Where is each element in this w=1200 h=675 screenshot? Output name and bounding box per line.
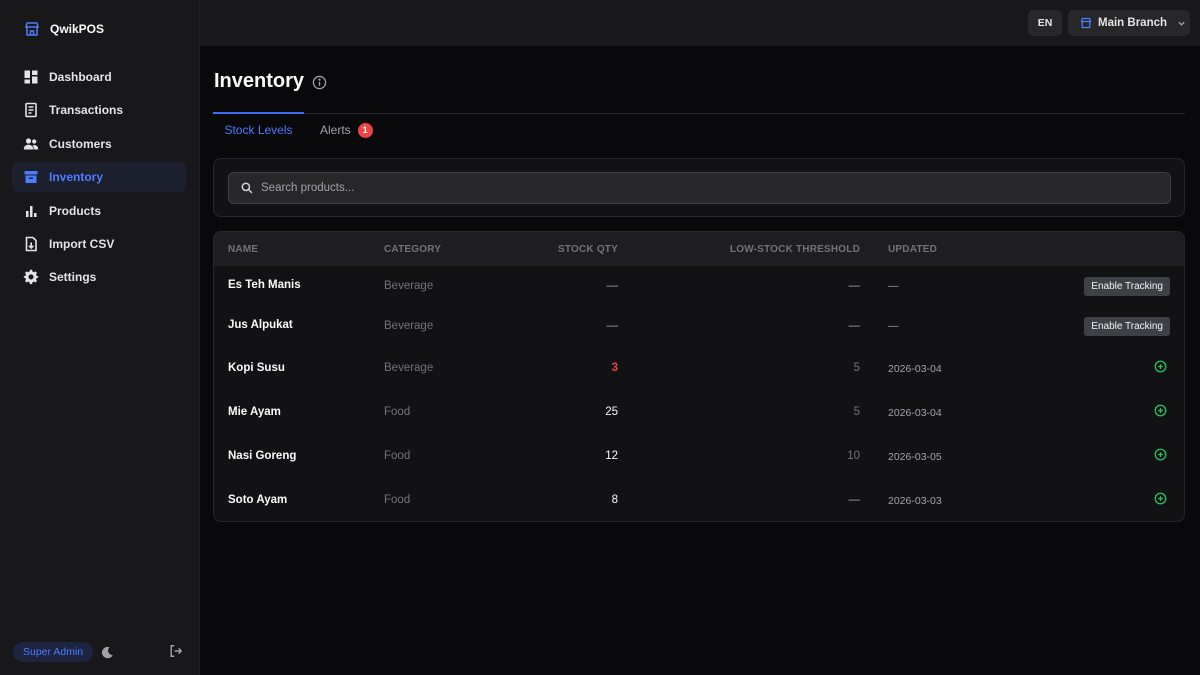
- tab-alerts[interactable]: Alerts 1: [320, 114, 373, 146]
- brand-name: QwikPOS: [50, 22, 105, 36]
- cell-stock-qty: 12: [605, 450, 618, 462]
- brand[interactable]: QwikPOS: [24, 20, 104, 38]
- inventory-table: NAME CATEGORY STOCK QTY LOW-STOCK THRESH…: [213, 231, 1185, 522]
- sidebar-item-label: Import CSV: [49, 236, 115, 251]
- cell-updated: 2026-03-03: [888, 495, 942, 507]
- sidebar-item-dashboard[interactable]: Dashboard: [12, 62, 186, 92]
- branch-name: Main Branch: [1098, 17, 1168, 29]
- cell-threshold: —: [848, 320, 861, 332]
- cell-name: Kopi Susu: [228, 362, 285, 374]
- cell-threshold: 5: [853, 362, 860, 374]
- cell-threshold: —: [848, 494, 861, 506]
- moon-icon: [101, 646, 113, 658]
- header-stock-qty[interactable]: STOCK QTY: [558, 244, 618, 255]
- sidebar-item-inventory[interactable]: Inventory: [12, 162, 186, 193]
- role-badge: Super Admin: [13, 642, 94, 662]
- cell-updated: 2026-03-04: [888, 407, 942, 419]
- cell-stock-qty: 25: [605, 406, 618, 418]
- sidebar-item-products[interactable]: Products: [12, 196, 186, 226]
- language-button[interactable]: EN: [1028, 10, 1062, 36]
- header-name[interactable]: NAME: [228, 244, 258, 255]
- cell-category: Beverage: [384, 320, 434, 332]
- header-updated[interactable]: UPDATED: [888, 244, 937, 255]
- cell-stock-qty-low: 3: [611, 362, 618, 374]
- search-card: [213, 158, 1185, 217]
- branch-selector[interactable]: Main Branch: [1068, 10, 1190, 36]
- add-stock-icon[interactable]: [1154, 404, 1167, 417]
- cell-category: Beverage: [384, 362, 434, 374]
- cell-updated: 2026-03-04: [888, 363, 942, 375]
- header-category[interactable]: CATEGORY: [384, 244, 441, 255]
- table-header: NAME CATEGORY STOCK QTY LOW-STOCK THRESH…: [214, 232, 1184, 266]
- table-row: Jus Alpukat Beverage — — — Enable Tracki…: [214, 306, 1184, 350]
- add-stock-icon[interactable]: [1154, 360, 1167, 373]
- file-import-icon: [25, 236, 37, 252]
- sidebar-footer: Super Admin: [13, 641, 187, 663]
- cell-category: Food: [384, 494, 411, 506]
- header-threshold[interactable]: LOW-STOCK THRESHOLD: [730, 244, 860, 255]
- gear-icon: [23, 270, 39, 285]
- sidebar-item-label: Settings: [49, 270, 97, 285]
- info-icon[interactable]: [312, 75, 327, 90]
- tab-alerts-label: Alerts: [320, 123, 351, 137]
- cell-name: Soto Ayam: [228, 494, 288, 506]
- search-icon: [241, 182, 253, 194]
- table-row: Nasi Goreng Food 12 10 2026-03-05: [214, 436, 1184, 480]
- logout-icon: [170, 645, 183, 657]
- sidebar-nav: Dashboard Transactions Customers Invento…: [12, 62, 186, 296]
- sidebar-item-label: Products: [49, 203, 102, 218]
- sidebar-item-settings[interactable]: Settings: [12, 262, 186, 292]
- sidebar-item-label: Dashboard: [49, 70, 112, 84]
- search-box: [228, 172, 1171, 204]
- add-stock-icon[interactable]: [1154, 448, 1167, 461]
- bar-chart-icon: [26, 205, 37, 217]
- cell-name: Jus Alpukat: [228, 319, 293, 331]
- cell-category: Beverage: [384, 280, 434, 292]
- cell-threshold: 10: [847, 450, 860, 462]
- chevron-down-icon: [1178, 21, 1185, 26]
- cell-threshold: —: [848, 280, 861, 292]
- cell-name: Es Teh Manis: [228, 279, 301, 291]
- sidebar-item-label: Transactions: [49, 103, 124, 118]
- sidebar: QwikPOS Dashboard Transactions Customers: [0, 0, 200, 675]
- logout-button[interactable]: [169, 644, 185, 660]
- sidebar-item-label: Inventory: [49, 170, 104, 185]
- store-icon: [1080, 17, 1092, 29]
- alerts-count-badge: 1: [357, 122, 373, 138]
- cell-name: Nasi Goreng: [228, 450, 297, 462]
- sidebar-item-transactions[interactable]: Transactions: [12, 95, 186, 125]
- cell-updated: —: [888, 320, 899, 332]
- cell-category: Food: [384, 406, 411, 418]
- search-input[interactable]: [261, 182, 1141, 194]
- cell-updated: 2026-03-05: [888, 451, 942, 463]
- sidebar-item-customers[interactable]: Customers: [12, 129, 186, 159]
- tab-stock-levels[interactable]: Stock Levels: [213, 114, 304, 146]
- cell-stock-qty: —: [606, 320, 619, 332]
- archive-icon: [24, 171, 38, 184]
- page-title: Inventory: [214, 70, 305, 92]
- cell-stock-qty: 8: [611, 494, 618, 506]
- enable-tracking-button[interactable]: Enable Tracking: [1084, 317, 1170, 336]
- add-stock-icon[interactable]: [1154, 492, 1167, 505]
- enable-tracking-button[interactable]: Enable Tracking: [1084, 277, 1170, 296]
- cell-category: Food: [384, 450, 411, 462]
- dashboard-icon: [24, 70, 38, 84]
- cell-stock-qty: —: [606, 280, 619, 292]
- cell-threshold: 5: [853, 406, 860, 418]
- store-icon: [25, 22, 39, 36]
- sidebar-item-import-csv[interactable]: Import CSV: [12, 229, 186, 259]
- table-row: Es Teh Manis Beverage — — — Enable Track…: [214, 266, 1184, 310]
- cell-updated: —: [888, 280, 899, 292]
- table-row: Mie Ayam Food 25 5 2026-03-04: [214, 392, 1184, 436]
- receipt-icon: [25, 103, 37, 118]
- topbar: EN Main Branch: [200, 0, 1200, 46]
- users-icon: [23, 138, 39, 150]
- table-row: Kopi Susu Beverage 3 5 2026-03-04: [214, 348, 1184, 392]
- sidebar-item-label: Customers: [49, 136, 112, 151]
- cell-name: Mie Ayam: [228, 406, 281, 418]
- theme-toggle[interactable]: [99, 644, 115, 660]
- table-row: Soto Ayam Food 8 — 2026-03-03: [214, 480, 1184, 521]
